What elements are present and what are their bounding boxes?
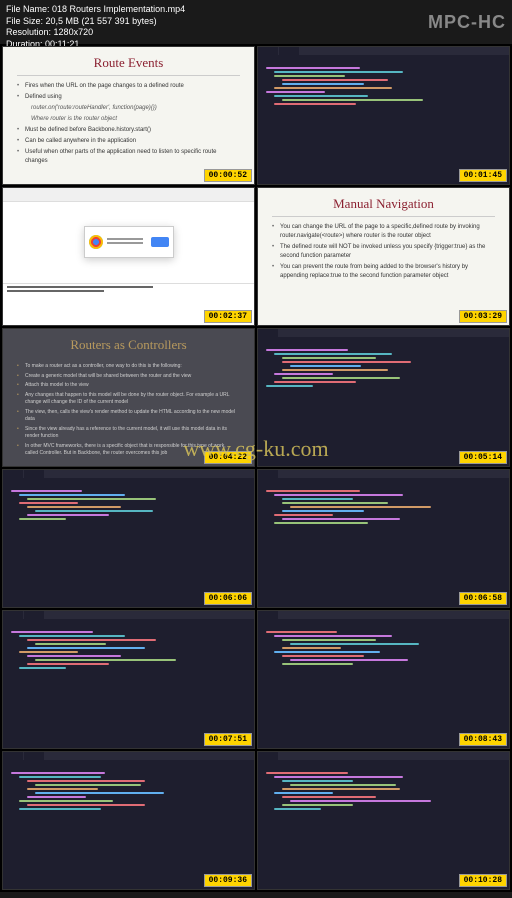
browser-toolbar bbox=[3, 188, 254, 202]
timestamp: 00:05:14 bbox=[459, 451, 507, 464]
app-logo: MPC-HC bbox=[428, 12, 506, 33]
code-content bbox=[3, 760, 254, 816]
editor-tabs bbox=[258, 611, 509, 619]
timestamp: 00:00:52 bbox=[204, 169, 252, 182]
browser-window bbox=[3, 188, 254, 325]
slide-title: Manual Navigation bbox=[272, 196, 495, 217]
editor-tabs bbox=[258, 470, 509, 478]
bullet: Any changes that happen to this model wi… bbox=[17, 392, 240, 407]
timestamp: 00:10:28 bbox=[459, 874, 507, 887]
thumbnail-3[interactable]: 00:02:37 bbox=[2, 187, 255, 326]
timestamp: 00:09:36 bbox=[204, 874, 252, 887]
editor-tabs bbox=[258, 752, 509, 760]
thumbnail-2[interactable]: 00:01:45 bbox=[257, 46, 510, 185]
editor-tabs bbox=[258, 329, 509, 337]
slide-bullets: Fires when the URL on the page changes t… bbox=[17, 82, 240, 166]
code-content bbox=[258, 55, 509, 111]
code-content bbox=[3, 478, 254, 526]
slide-title: Routers as Controllers bbox=[17, 337, 240, 357]
slide-content: Routers as Controllers To make a router … bbox=[3, 329, 254, 467]
code-content bbox=[258, 337, 509, 393]
filesize-value: 20,5 MB (21 557 391 bytes) bbox=[46, 16, 157, 26]
code-content bbox=[258, 760, 509, 816]
timestamp: 00:08:43 bbox=[459, 733, 507, 746]
file-metadata: File Name: 018 Routers Implementation.mp… bbox=[6, 4, 185, 51]
bullet: Defined using bbox=[17, 93, 240, 102]
editor-tabs bbox=[3, 470, 254, 478]
bullet: The view, then, calls the view's render … bbox=[17, 409, 240, 424]
thumbnail-1[interactable]: Route Events Fires when the URL on the p… bbox=[2, 46, 255, 185]
bullet: router.on('route:routeHandler', function… bbox=[17, 104, 240, 113]
bullet: Useful when other parts of the applicati… bbox=[17, 148, 240, 166]
resolution-value: 1280x720 bbox=[54, 27, 94, 37]
timestamp: 00:01:45 bbox=[459, 169, 507, 182]
bullet: Attach this model to the view bbox=[17, 382, 240, 390]
info-header: File Name: 018 Routers Implementation.mp… bbox=[0, 0, 512, 44]
code-content bbox=[3, 619, 254, 675]
timestamp: 00:02:37 bbox=[204, 310, 252, 323]
code-content bbox=[258, 478, 509, 530]
bullet: Create a generic model that will be shar… bbox=[17, 373, 240, 381]
code-content bbox=[258, 619, 509, 671]
timestamp: 00:07:51 bbox=[204, 733, 252, 746]
timestamp: 00:06:06 bbox=[204, 592, 252, 605]
bullet: Fires when the URL on the page changes t… bbox=[17, 82, 240, 91]
thumbnail-8[interactable]: 00:06:58 bbox=[257, 469, 510, 608]
bullet: You can prevent the route from being add… bbox=[272, 263, 495, 281]
dev-console bbox=[3, 283, 254, 311]
slide-content: Route Events Fires when the URL on the p… bbox=[3, 47, 254, 176]
bullet: Can be called anywhere in the applicatio… bbox=[17, 137, 240, 146]
filename-label: File Name: bbox=[6, 4, 50, 14]
thumbnail-9[interactable]: 00:07:51 bbox=[2, 610, 255, 749]
editor-tabs bbox=[3, 611, 254, 619]
thumbnail-grid: Route Events Fires when the URL on the p… bbox=[0, 44, 512, 892]
slide-title: Route Events bbox=[17, 55, 240, 76]
dialog-text bbox=[107, 238, 147, 246]
timestamp: 00:04:22 bbox=[204, 451, 252, 464]
thumbnail-6[interactable]: 00:05:14 bbox=[257, 328, 510, 467]
bullet: Must be defined before Backbone.history.… bbox=[17, 126, 240, 135]
thumbnail-12[interactable]: 00:10:28 bbox=[257, 751, 510, 890]
slide-content: Manual Navigation You can change the URL… bbox=[258, 188, 509, 291]
bullet: The defined route will NOT be invoked un… bbox=[272, 243, 495, 261]
browser-dialog bbox=[84, 226, 174, 258]
dialog-ok-button bbox=[151, 237, 169, 247]
bullet: Since the view already has a reference t… bbox=[17, 426, 240, 441]
thumbnail-11[interactable]: 00:09:36 bbox=[2, 751, 255, 890]
bullet: You can change the URL of the page to a … bbox=[272, 223, 495, 241]
editor-tabs bbox=[258, 47, 509, 55]
chrome-icon bbox=[89, 235, 103, 249]
thumbnail-10[interactable]: 00:08:43 bbox=[257, 610, 510, 749]
timestamp: 00:06:58 bbox=[459, 592, 507, 605]
bullet: To make a router act as a controller, on… bbox=[17, 363, 240, 371]
thumbnail-4[interactable]: Manual Navigation You can change the URL… bbox=[257, 187, 510, 326]
thumbnail-5[interactable]: Routers as Controllers To make a router … bbox=[2, 328, 255, 467]
thumbnail-7[interactable]: 00:06:06 bbox=[2, 469, 255, 608]
filesize-label: File Size: bbox=[6, 16, 43, 26]
timestamp: 00:03:29 bbox=[459, 310, 507, 323]
bullet: Where router is the router object bbox=[17, 115, 240, 124]
editor-tabs bbox=[3, 752, 254, 760]
filename-value: 018 Routers Implementation.mp4 bbox=[52, 4, 185, 14]
slide-bullets: You can change the URL of the page to a … bbox=[272, 223, 495, 281]
slide-bullets: To make a router act as a controller, on… bbox=[17, 363, 240, 458]
resolution-label: Resolution: bbox=[6, 27, 51, 37]
